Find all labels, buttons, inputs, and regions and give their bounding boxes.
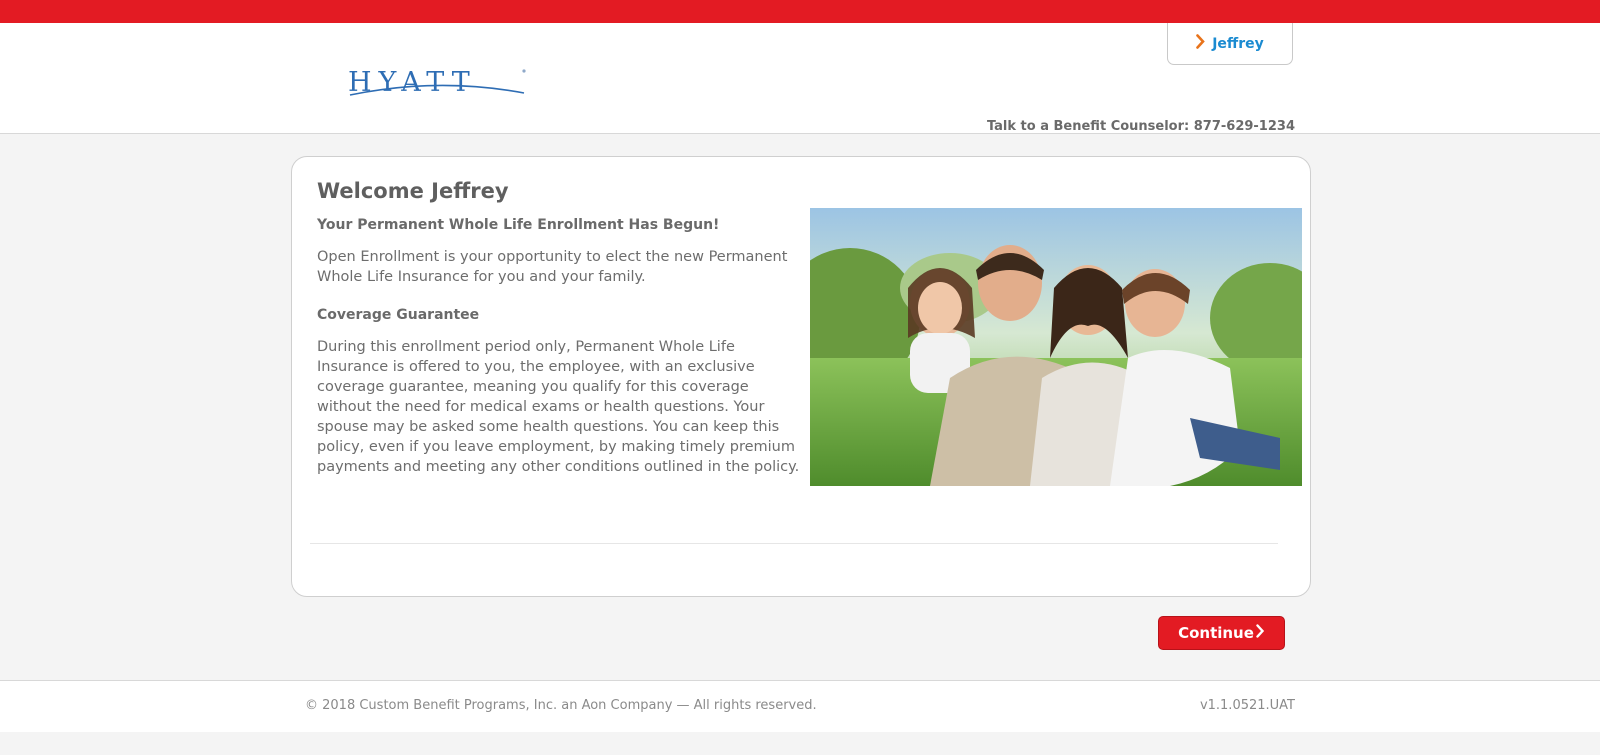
benefit-counselor-phone: Talk to a Benefit Counselor: 877-629-123… <box>986 119 1295 134</box>
family-photo <box>810 208 1302 486</box>
chevron-right-icon <box>1256 624 1265 642</box>
svg-text:HYATT: HYATT <box>348 67 477 98</box>
coverage-guarantee-title: Coverage Guarantee <box>317 307 480 323</box>
coverage-guarantee-paragraph: During this enrollment period only, Perm… <box>317 339 800 475</box>
header: HYATT Talk to a Benefit Counselor: 877-6… <box>0 23 1600 134</box>
version-text: v1.1.0521.UAT <box>1199 698 1295 713</box>
continue-button-label: Continue <box>1178 624 1254 642</box>
user-name-label: Jeffrey <box>1212 35 1264 52</box>
enrollment-subtitle: Your Permanent Whole Life Enrollment Has… <box>317 217 720 233</box>
welcome-title: Welcome Jeffrey <box>317 179 509 203</box>
footer: © 2018 Custom Benefit Programs, Inc. an … <box>0 680 1600 733</box>
copyright-text: © 2018 Custom Benefit Programs, Inc. an … <box>305 698 817 713</box>
intro-paragraph: Open Enrollment is your opportunity to e… <box>317 249 788 285</box>
hyatt-logo: HYATT <box>346 65 530 99</box>
user-menu-button[interactable]: Jeffrey <box>1167 23 1293 65</box>
welcome-card: Welcome Jeffrey Your Permanent Whole Lif… <box>291 156 1311 597</box>
top-brand-bar <box>0 0 1600 23</box>
card-divider <box>310 543 1278 544</box>
bottom-strip <box>0 732 1600 755</box>
chevron-right-icon <box>1196 34 1205 53</box>
continue-button[interactable]: Continue <box>1158 616 1285 650</box>
